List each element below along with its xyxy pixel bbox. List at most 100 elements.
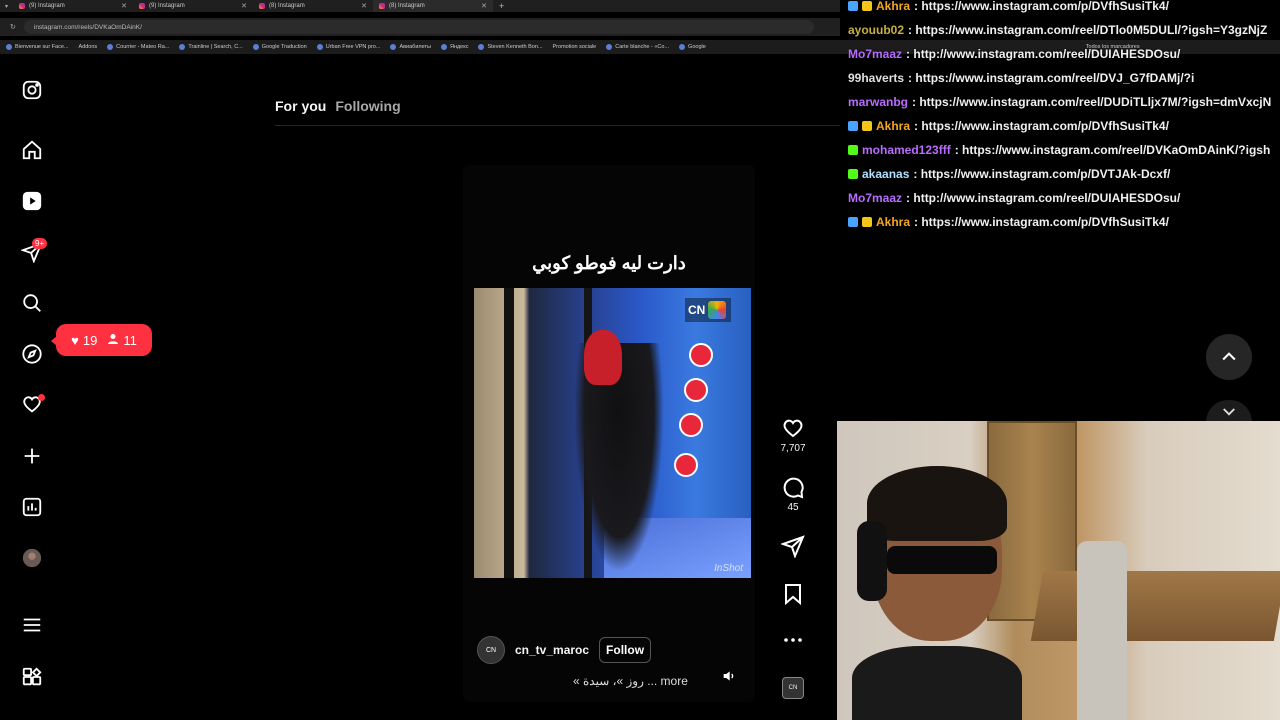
bookmark-item[interactable]: Urban Free VPN pro...	[316, 44, 380, 50]
chat-text: : http://www.instagram.com/reel/DUIAHESD…	[906, 47, 1181, 61]
chat-username: marwanbg	[848, 95, 909, 109]
save-bookmark-icon[interactable]	[779, 582, 807, 609]
reels-icon[interactable]	[20, 189, 44, 213]
chat-message: Akhra: https://www.instagram.com/p/DVfhS…	[848, 210, 1280, 234]
comment-action[interactable]: 45	[779, 475, 807, 513]
author-username[interactable]: cn_tv_maroc	[515, 643, 589, 657]
reload-icon[interactable]: ↻	[10, 23, 16, 31]
chat-badge-icon	[848, 217, 858, 227]
chat-text: : https://www.instagram.com/p/DVTJAk-Dcx…	[913, 167, 1171, 181]
bookmark-favicon-icon	[316, 44, 323, 50]
messages-badge: 9+	[32, 238, 48, 249]
browser-tab-active[interactable]: (8) Instagram ✕	[373, 0, 494, 12]
bookmark-favicon-icon	[252, 44, 259, 50]
url-field[interactable]: instagram.com/reels/DVKaOmDAinK/	[23, 20, 814, 34]
profile-avatar[interactable]	[20, 546, 44, 570]
chat-badge-icon	[862, 121, 872, 131]
follows-count: 11	[123, 332, 137, 348]
dashboard-icon[interactable]	[20, 495, 44, 519]
home-icon[interactable]	[20, 138, 44, 162]
chat-username: ayouub02	[848, 23, 905, 37]
close-tab-icon[interactable]: ✕	[481, 2, 487, 10]
inshot-watermark: InShot	[714, 563, 743, 574]
also-from-meta-icon[interactable]	[20, 665, 44, 689]
bookmark-favicon-icon	[679, 44, 686, 50]
heart-filled-icon: ♥	[71, 332, 79, 348]
tab-search-icon[interactable]: ▾	[0, 3, 13, 10]
browser-tab[interactable]: (9) Instagram ✕	[133, 0, 253, 12]
more-options-icon[interactable]	[779, 628, 807, 655]
instagram-favicon-icon	[259, 3, 266, 9]
instagram-favicon-icon	[19, 3, 26, 9]
chat-message: Akhra: https://www.instagram.com/p/DVfhS…	[848, 0, 1280, 18]
divider	[275, 125, 840, 126]
share-icon[interactable]	[779, 534, 807, 561]
browser-tab[interactable]: (8) Instagram ✕	[253, 0, 373, 12]
chat-username: Akhra	[876, 0, 911, 13]
chat-text: : https://www.instagram.com/reel/DTlo0M5…	[908, 23, 1268, 37]
chat-username: mohamed123fff	[862, 143, 951, 157]
bookmark-item[interactable]: Carte blanche - «Co...	[606, 44, 669, 50]
reel-player[interactable]: دارت ليه فوطو كوبي CN InShot CN cn_tv_ma…	[463, 165, 755, 702]
chat-message: mohamed123fff: https://www.instagram.com…	[848, 138, 1280, 162]
chat-text: : https://www.instagram.com/p/DVfhSusiTk…	[914, 215, 1169, 229]
comment-icon[interactable]	[781, 477, 805, 502]
bookmark-favicon-icon	[606, 44, 613, 50]
chevron-up-icon	[1222, 352, 1236, 361]
chat-message: marwanbg: https://www.instagram.com/reel…	[848, 90, 1280, 114]
bookmark-item[interactable]: Addons	[79, 44, 98, 50]
chevron-down-icon	[1223, 408, 1235, 416]
search-icon[interactable]	[20, 291, 44, 315]
follow-button[interactable]: Follow	[599, 637, 652, 663]
next-reel-button[interactable]	[1206, 400, 1252, 422]
like-action[interactable]: 7,707	[779, 416, 807, 454]
bookmark-favicon-icon	[6, 44, 12, 50]
instagram-logo-icon[interactable]	[20, 78, 44, 102]
feed-tabs: For you Following	[275, 98, 401, 114]
webcam-overlay	[837, 421, 1280, 720]
tab-following[interactable]: Following	[335, 98, 400, 114]
bookmark-item[interactable]: Bienvenue sur Face...	[6, 44, 69, 50]
bookmark-item[interactable]: Google Traduction	[252, 44, 307, 50]
heart-icon[interactable]	[781, 419, 805, 443]
bookmark-favicon-icon	[107, 44, 114, 50]
audio-thumbnail[interactable]: CN	[782, 677, 804, 699]
streamer	[852, 461, 1022, 720]
browser-tab-bar: ▾ (9) Instagram ✕ (9) Instagram ✕ (8) Inst…	[0, 0, 840, 12]
bookmark-item[interactable]: Яндекс	[440, 44, 468, 50]
url-text: instagram.com/reels/DVKaOmDAinK/	[33, 23, 142, 31]
author-avatar[interactable]: CN	[477, 636, 505, 664]
bookmark-item[interactable]: Promotion sociale	[553, 44, 597, 50]
menu-icon[interactable]	[20, 613, 44, 637]
chat-username: Akhra	[876, 119, 911, 133]
close-tab-icon[interactable]: ✕	[121, 2, 127, 10]
bookmark-item[interactable]: Авиабилеты	[390, 44, 431, 50]
create-plus-icon[interactable]	[20, 444, 44, 468]
close-tab-icon[interactable]: ✕	[361, 2, 367, 10]
bookmark-item[interactable]: Trainline | Search, C...	[179, 44, 243, 50]
browser-tab[interactable]: (9) Instagram ✕	[13, 0, 133, 12]
chat-username: Mo7maaz	[848, 191, 903, 205]
likes-count: 19	[82, 332, 98, 348]
bookmark-item[interactable]: Courrier - Mateo Ra...	[107, 44, 169, 50]
reel-description[interactable]: « روز »، سيدة ... more	[573, 674, 688, 688]
chat-message: Mo7maaz: http://www.instagram.com/reel/D…	[848, 42, 1280, 66]
chat-badge-icon	[848, 169, 858, 179]
chat-message: Akhra: https://www.instagram.com/p/DVfhS…	[848, 114, 1280, 138]
close-tab-icon[interactable]: ✕	[241, 2, 247, 10]
bookmark-favicon-icon	[478, 44, 485, 50]
audio-icon[interactable]	[721, 668, 737, 684]
reel-video-frame[interactable]: CN InShot	[474, 288, 751, 578]
chat-username: Akhra	[876, 215, 911, 229]
comments-count: 45	[787, 502, 799, 513]
chat-badge-icon	[848, 121, 858, 131]
tab-label: (8) Instagram	[389, 3, 425, 9]
chat-text: : https://www.instagram.com/reel/DVKaOmD…	[954, 143, 1271, 157]
bookmark-item[interactable]: Google	[679, 44, 706, 50]
bookmark-item[interactable]: Steven Kenneth Bon...	[478, 44, 543, 50]
likes-count: 7,707	[780, 443, 806, 454]
tab-for-you[interactable]: For you	[275, 98, 326, 114]
explore-icon[interactable]	[20, 342, 44, 366]
new-tab-icon[interactable]: +	[493, 1, 510, 11]
previous-reel-button[interactable]	[1206, 334, 1252, 380]
